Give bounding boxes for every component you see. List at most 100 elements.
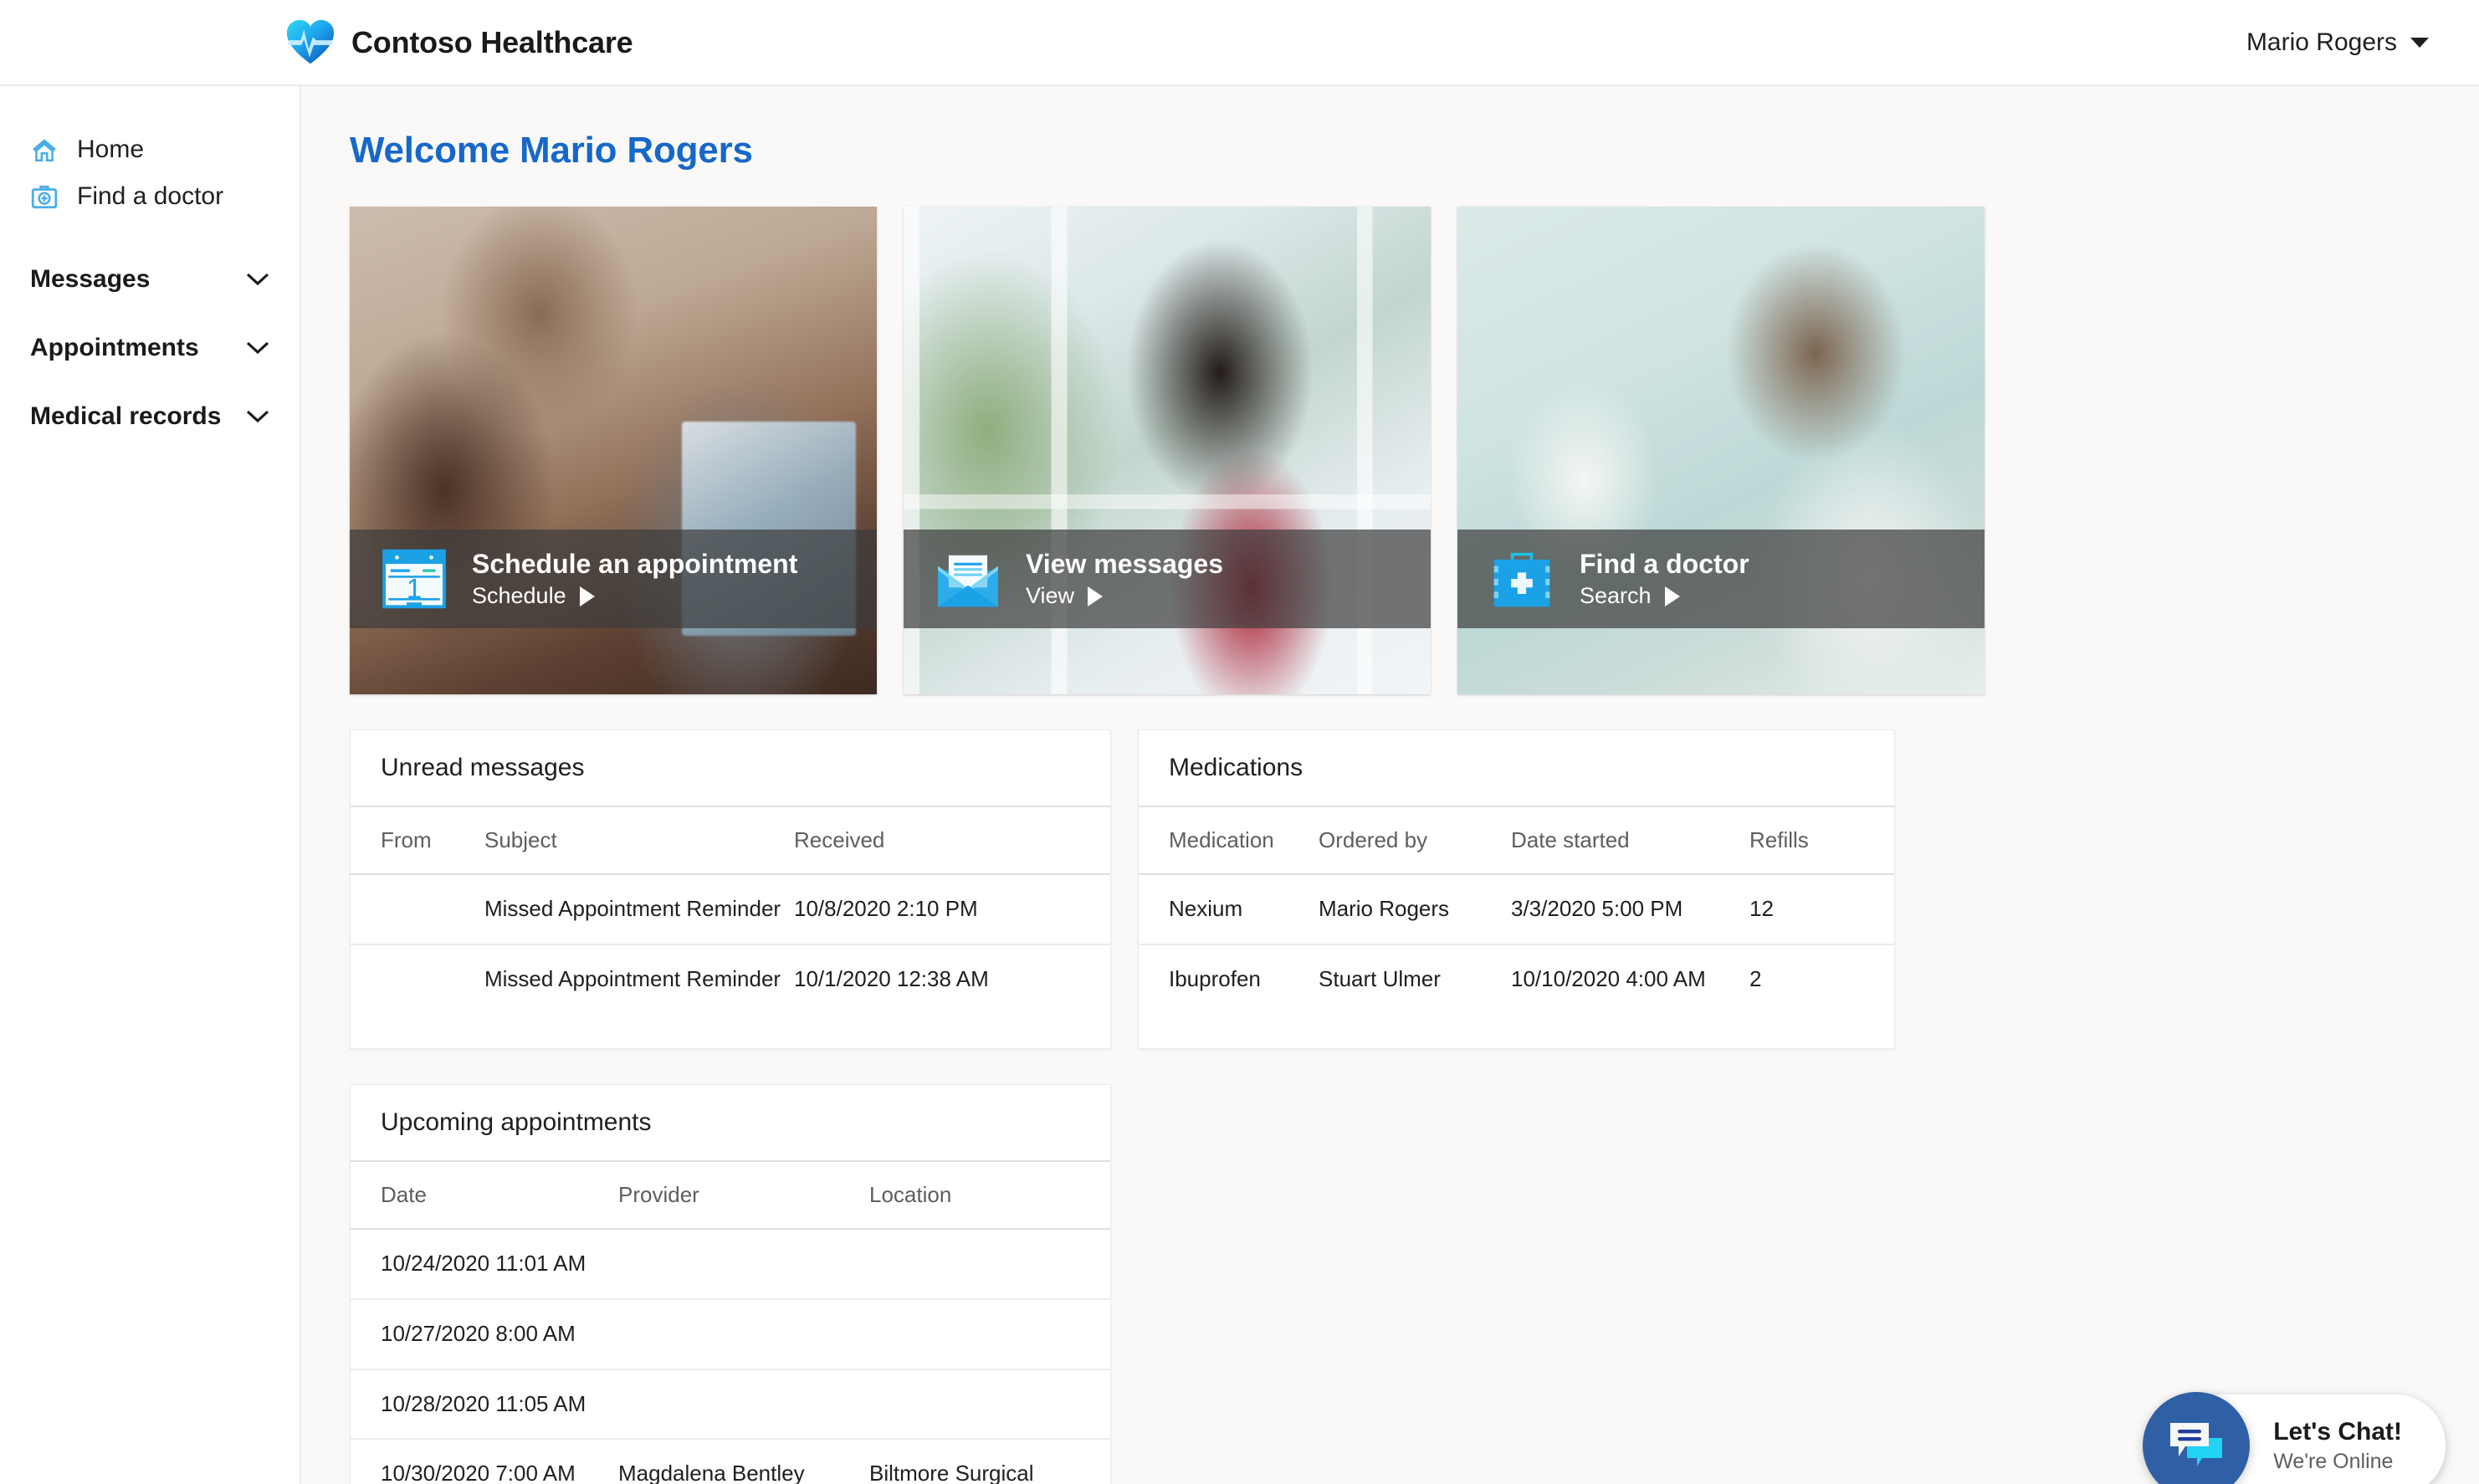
chat-widget-title: Let's Chat!	[2273, 1417, 2402, 1446]
chevron-down-icon	[246, 410, 269, 423]
hero-card-find-a-doctor[interactable]: Find a doctor Search	[1457, 207, 1985, 694]
column-header-refills[interactable]: Refills	[1749, 807, 1894, 875]
sidebar-item-home[interactable]: Home	[0, 126, 300, 173]
hero-card-action[interactable]: Schedule	[472, 583, 797, 609]
cell-date-started: 10/10/2020 4:00 AM	[1511, 965, 1706, 991]
chevron-down-icon	[246, 341, 269, 355]
sidebar-group-medical-records-label: Medical records	[30, 402, 222, 430]
panel-medications-title: Medications	[1139, 730, 1894, 807]
sidebar-group-messages[interactable]: Messages	[0, 245, 300, 314]
hero-card-row: 1 Schedule an appointment Schedule View …	[350, 207, 2479, 694]
table-row[interactable]: Ibuprofen Stuart Ulmer 10/10/2020 4:00 A…	[1139, 944, 1894, 1014]
column-header-date[interactable]: Date	[351, 1162, 618, 1231]
cell-medication: Nexium	[1139, 874, 1319, 945]
cell-provider: Magdalena Bentley	[618, 1461, 805, 1484]
cell-received: 10/1/2020 12:38 AM	[794, 965, 989, 991]
hero-card-schedule-an-appointment[interactable]: 1 Schedule an appointment Schedule	[350, 207, 877, 694]
page-title: Welcome Mario Rogers	[350, 130, 753, 171]
cell-from	[351, 874, 484, 945]
play-arrow-icon	[1664, 586, 1680, 606]
user-name-label: Mario Rogers	[2246, 28, 2397, 56]
hero-card-overlay: Find a doctor Search	[1457, 530, 1985, 628]
sidebar-groups: Messages Appointments Medical records	[0, 245, 300, 451]
hero-card-view-messages[interactable]: View messages View	[904, 207, 1431, 694]
hero-card-action-label: View	[1026, 583, 1075, 608]
panel-medications: Medications Medication Ordered by Date s…	[1138, 729, 1895, 1050]
chat-bubbles-icon	[2170, 1423, 2223, 1466]
panel-footer-spacer	[351, 1013, 1110, 1048]
column-header-ordered-by[interactable]: Ordered by	[1319, 807, 1511, 875]
open-envelope-icon	[938, 555, 998, 607]
column-header-from[interactable]: From	[351, 807, 484, 875]
cell-date-link[interactable]: 10/30/2020 7:00 AM	[351, 1439, 618, 1484]
hero-card-title: View messages	[1026, 549, 1224, 579]
cell-received: 10/8/2020 2:10 PM	[794, 874, 1110, 945]
hero-card-text: View messages View	[1026, 549, 1223, 609]
hero-card-overlay: View messages View	[904, 530, 1431, 628]
chat-widget[interactable]: Let's Chat! We're Online	[2143, 1392, 2446, 1484]
caret-down-icon	[2410, 37, 2429, 48]
hero-card-action[interactable]: Search	[1580, 583, 1749, 609]
table-row[interactable]: Missed Appointment Reminder 10/8/2020 2:…	[351, 874, 1110, 945]
user-menu[interactable]: Mario Rogers	[2246, 28, 2429, 57]
sidebar-nav: Home Find a doctor Messages Appointments	[0, 86, 301, 1484]
table-row[interactable]: Missed Appointment Reminder 10/1/2020 12…	[351, 944, 1110, 1014]
panels-left-column: Unread messages From Subject Received Mi…	[350, 729, 1111, 1484]
sidebar-item-find-a-doctor[interactable]: Find a doctor	[0, 173, 300, 220]
brand-name: Contoso Healthcare	[351, 24, 633, 59]
cell-medication: Ibuprofen	[1169, 965, 1261, 991]
cell-location: Biltmore Surgical	[869, 1461, 1034, 1484]
cell-ordered-by: Stuart Ulmer	[1319, 965, 1441, 991]
medical-bag-icon	[1493, 552, 1550, 607]
cell-subject: Missed Appointment Reminder	[484, 965, 781, 991]
cell-date-link[interactable]: 10/24/2020 11:01 AM	[351, 1229, 618, 1301]
column-header-location[interactable]: Location	[869, 1162, 1110, 1231]
column-header-date-started[interactable]: Date started	[1511, 807, 1749, 875]
cell-date-link[interactable]: 10/28/2020 11:05 AM	[351, 1369, 618, 1441]
hero-card-action[interactable]: View	[1026, 583, 1223, 609]
hero-card-overlay: 1 Schedule an appointment Schedule	[350, 530, 877, 628]
calendar-icon: 1	[382, 549, 446, 609]
column-header-received[interactable]: Received	[794, 807, 1110, 875]
table-row[interactable]: 10/24/2020 11:01 AM	[351, 1229, 1110, 1301]
heart-pulse-icon	[286, 19, 335, 64]
table-header-row: From Subject Received	[351, 807, 1110, 875]
play-arrow-icon	[579, 586, 595, 606]
cell-location	[869, 1229, 1110, 1301]
cell-date-link[interactable]: 10/27/2020 8:00 AM	[351, 1299, 618, 1370]
cell-from	[351, 944, 484, 1014]
sidebar-group-appointments[interactable]: Appointments	[0, 314, 300, 382]
sidebar-group-messages-label: Messages	[30, 265, 151, 293]
table-header-row: Medication Ordered by Date started Refil…	[1139, 807, 1894, 875]
hero-card-text: Schedule an appointment Schedule	[472, 549, 797, 609]
table-row[interactable]: 10/28/2020 11:05 AM	[351, 1369, 1110, 1441]
dashboard-panels: Unread messages From Subject Received Mi…	[350, 729, 2479, 1484]
panels-right-column: Medications Medication Ordered by Date s…	[1138, 729, 1895, 1050]
column-header-medication[interactable]: Medication	[1139, 807, 1319, 875]
cell-date-started: 3/3/2020 5:00 PM	[1511, 874, 1749, 945]
panel-footer-spacer	[1139, 1013, 1894, 1048]
chat-widget-status: We're Online	[2273, 1449, 2394, 1473]
brand-logo-group[interactable]: Contoso Healthcare	[284, 17, 633, 69]
cell-provider	[618, 1229, 869, 1301]
panel-upcoming-appointments: Upcoming appointments Date Provider Loca…	[350, 1084, 1111, 1484]
column-header-date-label: Date	[381, 1182, 427, 1208]
cell-provider	[618, 1299, 869, 1370]
cell-location	[869, 1369, 1110, 1441]
chevron-down-icon	[246, 273, 269, 286]
column-header-provider[interactable]: Provider	[618, 1162, 869, 1231]
hero-card-title: Find a doctor	[1580, 549, 1749, 579]
column-header-subject[interactable]: Subject	[484, 807, 794, 875]
cell-provider	[618, 1369, 869, 1441]
table-row[interactable]: 10/27/2020 8:00 AM	[351, 1299, 1110, 1370]
cell-subject: Missed Appointment Reminder	[484, 874, 794, 945]
sidebar-group-medical-records[interactable]: Medical records	[0, 382, 300, 451]
page-body: Home Find a doctor Messages Appointments	[0, 86, 2479, 1484]
main-content: Welcome Mario Rogers 1 Schedule an appoi…	[301, 86, 2479, 1484]
table-row[interactable]: Nexium Mario Rogers 3/3/2020 5:00 PM 12	[1139, 874, 1894, 945]
table-row[interactable]: 10/30/2020 7:00 AM Magdalena Bentley Bil…	[351, 1439, 1110, 1484]
medications-table: Medication Ordered by Date started Refil…	[1139, 807, 1894, 1013]
hero-card-action-label: Search	[1580, 583, 1652, 608]
sidebar-item-home-label: Home	[77, 136, 145, 163]
panel-unread-messages-title: Unread messages	[351, 730, 1110, 807]
